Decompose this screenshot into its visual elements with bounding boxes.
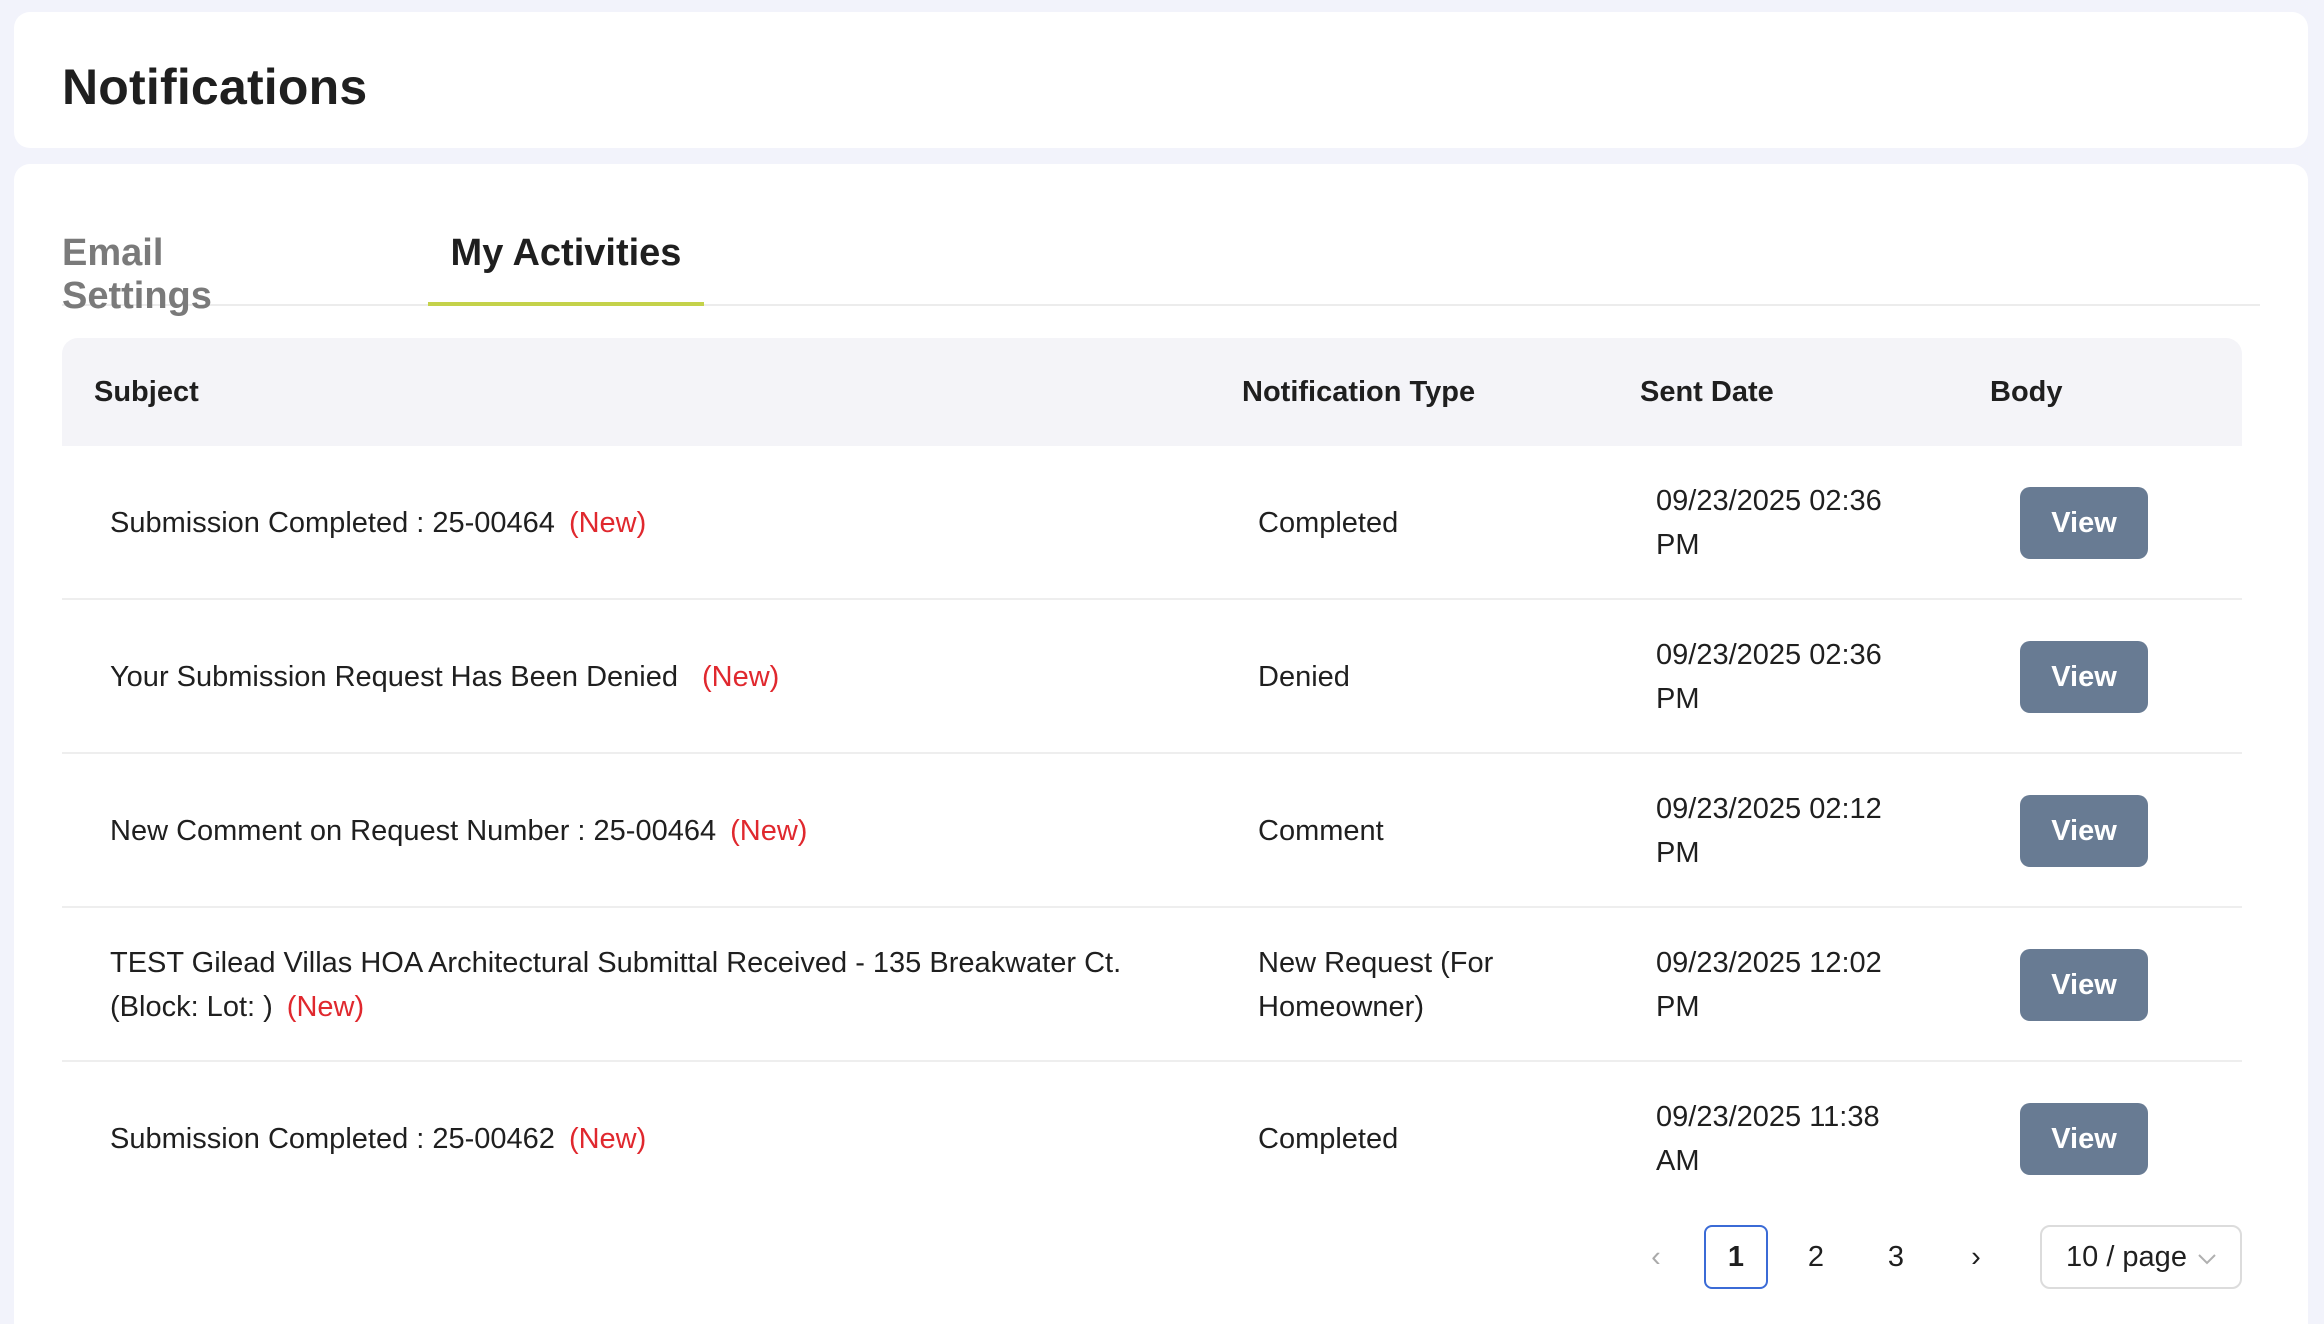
row-notification-type: New Request (For Homeowner): [1258, 941, 1558, 1029]
header-card: Notifications: [14, 12, 2308, 148]
column-header-subject: Subject: [94, 376, 199, 408]
notifications-table: Subject Notification Type Sent Date Body…: [62, 338, 2242, 1216]
new-tag: (New): [568, 507, 647, 539]
column-header-body: Body: [1990, 376, 2063, 408]
page-button-1[interactable]: 1: [1704, 1225, 1768, 1289]
sent-time-period: PM: [1656, 529, 1700, 561]
row-sent-date: 09/23/2025 11:38 AM: [1656, 1095, 1916, 1183]
page-button-2[interactable]: 2: [1784, 1225, 1848, 1289]
sent-date-line: 09/23/2025 02:12: [1656, 793, 1882, 825]
subject-text-line2: (Block: Lot: ): [110, 991, 273, 1023]
row-sent-date: 09/23/2025 02:36 PM: [1656, 479, 1916, 567]
view-button[interactable]: View: [2020, 641, 2148, 713]
pagination: ‹ 1 2 3 › 10 / page: [0, 1225, 2324, 1291]
new-tag: (New): [730, 815, 808, 847]
row-sent-date: 09/23/2025 02:12 PM: [1656, 787, 1916, 875]
row-notification-type: Comment: [1258, 815, 1384, 847]
subject-text: TEST Gilead Villas HOA Architectural Sub…: [110, 947, 1122, 979]
table-row: Your Submission Request Has Been Denied (…: [62, 600, 2242, 754]
subject-text: Your Submission Request Has Been Denied: [110, 661, 678, 693]
sent-date-line: 09/23/2025 12:02: [1656, 947, 1882, 979]
sent-date-line: 09/23/2025 02:36: [1656, 639, 1882, 671]
page-size-value: 10 / page: [2066, 1240, 2187, 1273]
row-notification-type: Completed: [1258, 507, 1399, 539]
sent-date-line: 09/23/2025 11:38: [1656, 1101, 1880, 1133]
page-button-3[interactable]: 3: [1864, 1225, 1928, 1289]
subject-text: New Comment on Request Number : 25-00464: [110, 815, 717, 847]
sent-time-period: PM: [1656, 837, 1700, 869]
page-size-select[interactable]: 10 / page: [2040, 1225, 2242, 1289]
view-button[interactable]: View: [2020, 1103, 2148, 1175]
sent-time-period: PM: [1656, 683, 1700, 715]
table-row: Submission Completed : 25-00464 (New) Com…: [62, 446, 2242, 600]
tab-email-settings[interactable]: Email Settings: [62, 224, 302, 317]
prev-page-chevron-left-icon[interactable]: ‹: [1624, 1225, 1688, 1289]
tab-my-activities[interactable]: My Activities: [428, 224, 704, 306]
subject-text: Submission Completed : 25-00464: [110, 507, 555, 539]
row-notification-type: Completed: [1258, 1123, 1399, 1155]
sent-time-period: PM: [1656, 991, 1700, 1023]
subject-text: Submission Completed : 25-00462: [110, 1123, 555, 1155]
chevron-down-icon: [2196, 1245, 2218, 1278]
row-sent-date: 09/23/2025 02:36 PM: [1656, 633, 1916, 721]
new-tag: (New): [702, 661, 780, 693]
main-card: Email Settings My Activities Subject Not…: [14, 164, 2308, 1324]
table-header: Subject Notification Type Sent Date Body: [62, 338, 2242, 446]
row-subject: Submission Completed : 25-00462 (New): [110, 1117, 1210, 1161]
notification-type-line: New Request (For: [1258, 947, 1494, 979]
row-subject: Submission Completed : 25-00464 (New): [110, 501, 1210, 545]
row-subject: New Comment on Request Number : 25-00464…: [110, 809, 1210, 853]
page-title: Notifications: [62, 59, 368, 115]
sent-date-line: 09/23/2025 02:36: [1656, 485, 1882, 517]
column-header-sent-date: Sent Date: [1640, 376, 1774, 408]
table-row: New Comment on Request Number : 25-00464…: [62, 754, 2242, 908]
view-button[interactable]: View: [2020, 487, 2148, 559]
tab-bar: Email Settings My Activities: [62, 164, 2260, 317]
next-page-chevron-right-icon[interactable]: ›: [1944, 1225, 2008, 1289]
sent-time-period: AM: [1656, 1145, 1700, 1177]
view-button[interactable]: View: [2020, 795, 2148, 867]
notification-type-line2: Homeowner): [1258, 991, 1424, 1023]
row-notification-type: Denied: [1258, 661, 1350, 693]
new-tag: (New): [286, 991, 365, 1023]
table-row: Submission Completed : 25-00462 (New) Com…: [62, 1062, 2242, 1216]
row-subject: Your Submission Request Has Been Denied (…: [110, 655, 1210, 699]
table-row: TEST Gilead Villas HOA Architectural Sub…: [62, 908, 2242, 1062]
column-header-notification-type: Notification Type: [1242, 376, 1476, 408]
row-subject: TEST Gilead Villas HOA Architectural Sub…: [110, 941, 1210, 1029]
row-sent-date: 09/23/2025 12:02 PM: [1656, 941, 1916, 1029]
view-button[interactable]: View: [2020, 949, 2148, 1021]
new-tag: (New): [568, 1123, 647, 1155]
subject-text-continued: (Block: Lot: ) (New): [110, 985, 1210, 1029]
